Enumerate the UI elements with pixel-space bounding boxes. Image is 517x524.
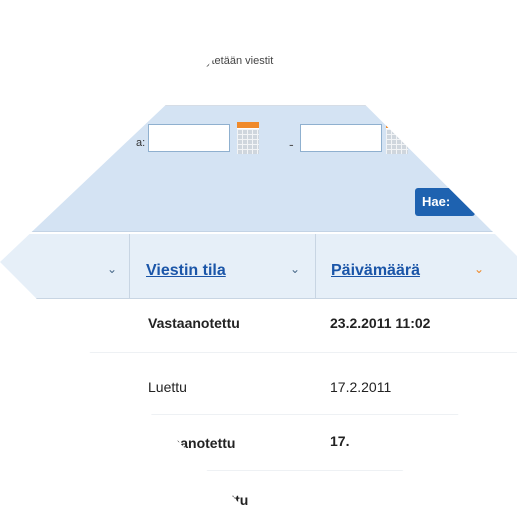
- row-divider: [0, 352, 517, 353]
- range-separator: -: [289, 136, 294, 152]
- column-header-date-label[interactable]: Päivämäärä: [331, 262, 420, 280]
- column-header-status-label[interactable]: Viestin tila: [146, 262, 226, 280]
- row-3-status: staanotettu: [160, 435, 236, 451]
- date-from-input[interactable]: [148, 124, 230, 152]
- sort-chevron-icon[interactable]: ⌄: [474, 262, 484, 276]
- row-3-date: 17.: [330, 433, 350, 449]
- row-2-status: Luettu: [148, 379, 187, 395]
- row-2-date: 17.2.2011: [330, 379, 392, 395]
- info-strip: [0, 8, 517, 106]
- search-button[interactable]: Hae:: [415, 188, 475, 216]
- row-1-status: Vastaanotettu: [148, 315, 240, 331]
- date-to-input[interactable]: [300, 124, 382, 152]
- row-4-status: tettu: [218, 492, 249, 508]
- info-text: ytetään viestit: [206, 55, 274, 67]
- diamond-crop: ytetään viestit a: - Hae: ⌄ Viestin tila…: [0, 8, 517, 522]
- messages-view: ytetään viestit a: - Hae: ⌄ Viestin tila…: [0, 8, 517, 522]
- calendar-icon[interactable]: [386, 122, 408, 154]
- row-divider: [0, 470, 517, 471]
- sort-chevron-icon[interactable]: ⌄: [290, 262, 300, 276]
- calendar-icon[interactable]: [237, 122, 259, 154]
- row-1-date: 23.2.2011 11:02: [330, 315, 431, 331]
- sort-chevron-icon[interactable]: ⌄: [107, 262, 117, 276]
- date-label: a:: [136, 137, 146, 149]
- row-divider: [0, 414, 517, 415]
